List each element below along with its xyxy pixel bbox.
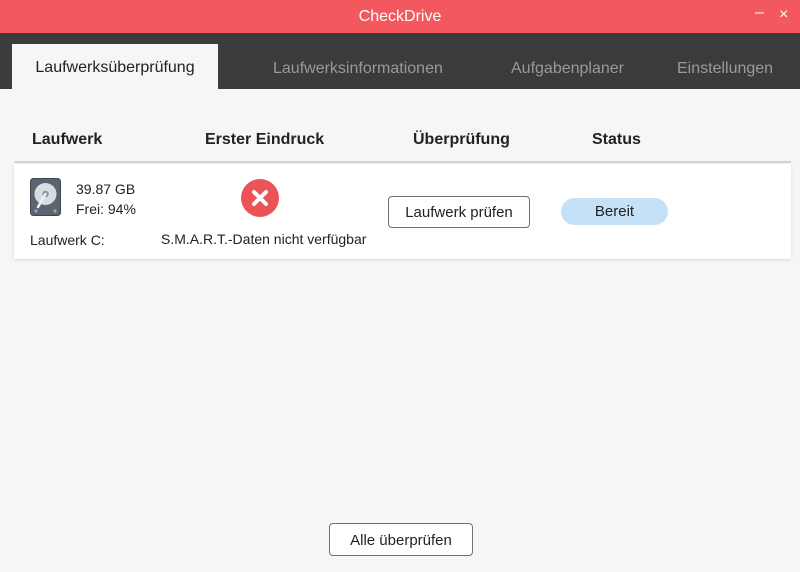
check-all-button[interactable]: Alle überprüfen	[329, 523, 473, 556]
drive-name: Laufwerk C:	[30, 232, 105, 248]
header-divider	[14, 161, 791, 163]
title-bar: CheckDrive – ×	[0, 0, 800, 33]
column-header-check: Überprüfung	[413, 131, 510, 148]
check-drive-button[interactable]: Laufwerk prüfen	[388, 196, 530, 228]
drive-row: 39.87 GB Frei: 94% Laufwerk C: S.M.A.R.T…	[14, 164, 791, 259]
close-icon[interactable]: ×	[779, 6, 788, 24]
tab-drive-check[interactable]: Laufwerksüberprüfung	[12, 44, 218, 89]
tab-settings[interactable]: Einstellungen	[677, 33, 773, 89]
hard-drive-icon	[30, 178, 61, 216]
column-header-drive: Laufwerk	[32, 131, 103, 148]
column-header-status: Status	[592, 131, 641, 148]
error-x-icon	[241, 179, 279, 217]
tab-drive-info[interactable]: Laufwerksinformationen	[273, 33, 443, 89]
column-header-first-impression: Erster Eindruck	[205, 131, 325, 148]
status-badge: Bereit	[561, 198, 668, 225]
drive-size: 39.87 GB	[76, 181, 136, 197]
app-title: CheckDrive	[358, 8, 442, 25]
smart-status-text: S.M.A.R.T.-Daten nicht verfügbar	[161, 231, 367, 247]
minimize-icon[interactable]: –	[755, 4, 764, 22]
tab-task-scheduler[interactable]: Aufgabenplaner	[511, 33, 624, 89]
tab-bar: Laufwerksüberprüfung Laufwerksinformatio…	[0, 33, 800, 89]
drive-free-space: Frei: 94%	[76, 201, 136, 217]
